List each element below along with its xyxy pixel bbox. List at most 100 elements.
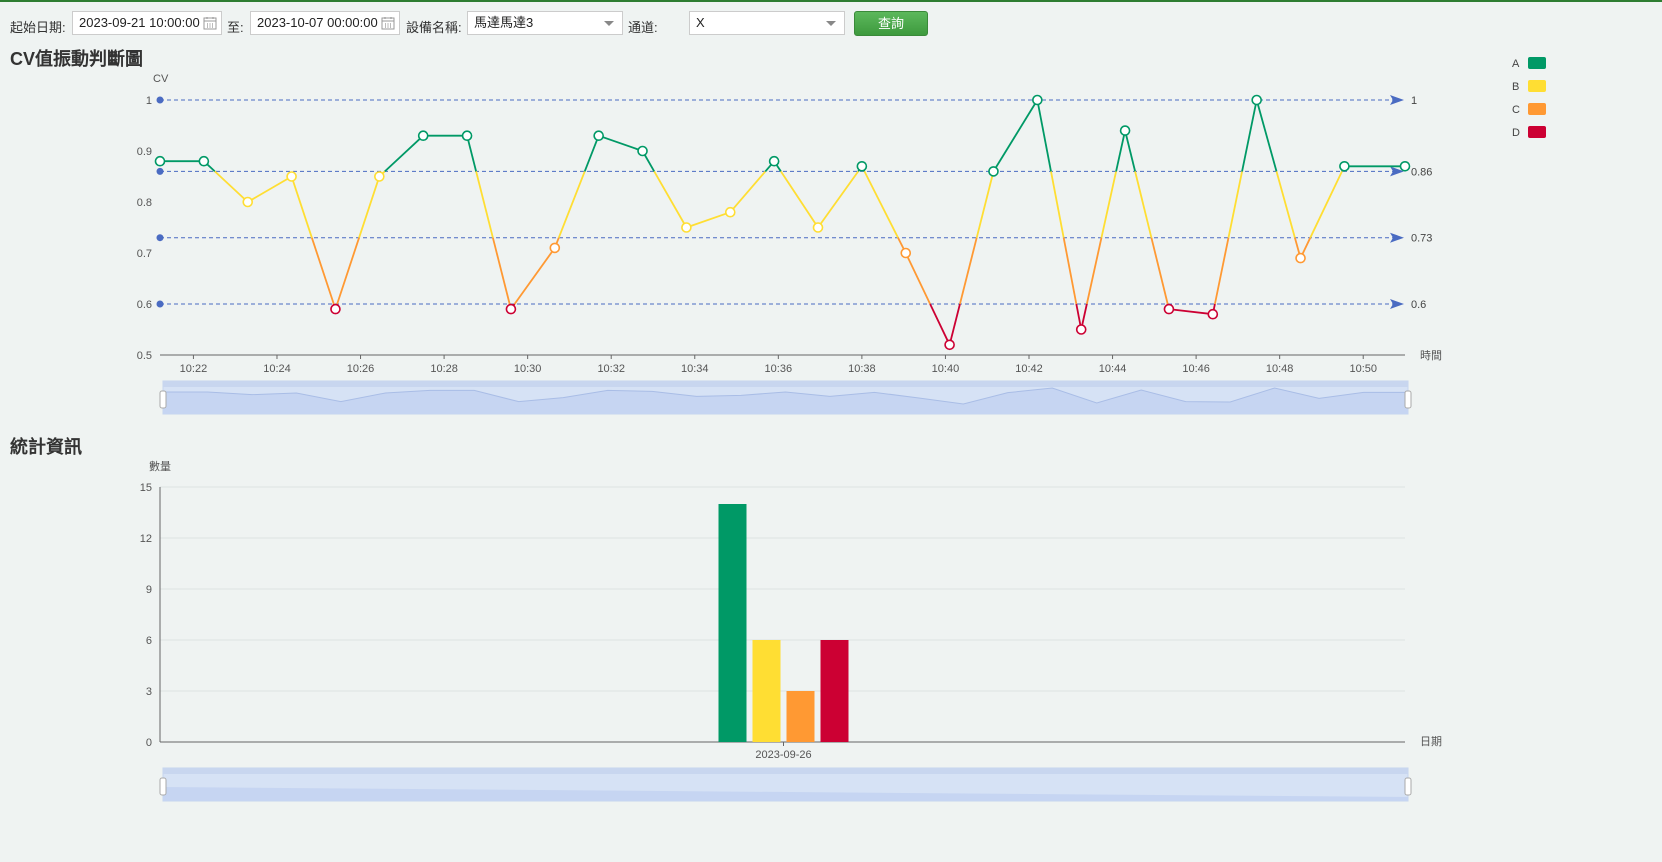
x-tick-label: 10:28 <box>430 363 458 375</box>
x-tick-label: 10:32 <box>597 363 625 375</box>
threshold-start-marker <box>156 300 164 308</box>
series-line-segment <box>1227 171 1243 238</box>
x-tick-label: 10:38 <box>848 363 876 375</box>
series-line-segment <box>904 252 931 305</box>
cv-line-chart: CV0.50.60.70.80.9110:22 10:24 10:26 10:28 10… <box>137 73 1442 375</box>
x-tick-label: 10:34 <box>681 363 709 375</box>
data-point <box>724 206 736 218</box>
data-point <box>154 155 166 167</box>
x-tick-label: 10:36 <box>765 363 793 375</box>
y-tick-label: 0.5 <box>137 350 152 362</box>
series-line-segment <box>959 237 978 305</box>
threshold-label: 0.6 <box>1411 299 1426 311</box>
y-tick-label: 0.8 <box>137 197 152 209</box>
series-line-segment <box>948 303 961 346</box>
y-axis-label: CV <box>153 73 169 85</box>
series-line-segment <box>1168 308 1213 316</box>
series-line-segment <box>863 170 899 239</box>
y-tick-label: 0.9 <box>137 146 152 158</box>
series-line-segment <box>214 170 249 203</box>
x-axis-label: 日期 <box>1420 735 1442 748</box>
line-chart-zoom-slider[interactable] <box>0 378 1500 418</box>
channel-label: 通道: <box>628 20 658 35</box>
legend-swatch-c <box>1528 103 1546 115</box>
legend-label-b: B <box>1512 81 1519 93</box>
x-tick-label: 10:50 <box>1349 363 1377 375</box>
threshold-start-marker <box>156 96 164 104</box>
y-tick-label: 0 <box>146 737 152 749</box>
series-line-segment <box>1255 99 1278 172</box>
data-point <box>1295 252 1306 264</box>
series-line-segment <box>929 303 951 346</box>
data-point <box>242 196 254 208</box>
x-tick-label: 10:46 <box>1182 363 1210 375</box>
series-line-segment <box>1050 171 1065 238</box>
stats-bar-chart: 數量 0 3 6 9 12 15 日期 2023-09-26 <box>140 460 1442 761</box>
series-line-segment <box>686 211 731 229</box>
data-point <box>549 242 561 254</box>
series-line-segment <box>1124 130 1136 172</box>
data-point <box>1032 94 1043 106</box>
series-line-segment <box>1134 171 1153 238</box>
legend-swatch-b <box>1528 80 1546 92</box>
zoom-right-handle[interactable] <box>1404 777 1412 796</box>
zoom-right-handle[interactable] <box>1404 390 1412 409</box>
data-point <box>1207 308 1219 320</box>
data-point <box>900 247 912 259</box>
y-tick-label: 1 <box>146 95 152 107</box>
series-line-segment <box>1100 171 1117 238</box>
chevron-down-icon <box>604 21 614 26</box>
series-line-segment <box>817 170 859 229</box>
threshold-start-marker <box>156 234 164 242</box>
data-point <box>1339 161 1350 172</box>
x-tick-label: 10:48 <box>1266 363 1294 375</box>
data-point <box>505 303 517 315</box>
series-line-segment <box>1036 99 1052 172</box>
data-point <box>198 155 210 167</box>
bar-d <box>820 640 849 742</box>
data-point <box>768 155 780 167</box>
legend-label-d: D <box>1512 127 1520 139</box>
series-line-segment <box>992 99 1039 172</box>
series-line-segment <box>384 135 424 173</box>
legend-swatch-a <box>1528 57 1546 69</box>
y-tick-label: 6 <box>146 635 152 647</box>
series-line-segment <box>1275 171 1296 238</box>
x-tick-label: 10:24 <box>263 363 291 375</box>
series-line-segment <box>475 171 494 238</box>
channel-select[interactable]: X <box>689 11 845 35</box>
zoom-left-handle[interactable] <box>159 390 167 409</box>
start-date-input[interactable]: 2023-09-21 10:00:00 <box>72 11 222 35</box>
data-point <box>944 339 955 351</box>
top-accent-line <box>0 0 1662 2</box>
to-label: 至: <box>227 20 244 35</box>
start-date-value: 2023-09-21 10:00:00 <box>79 15 200 30</box>
legend-swatch-d <box>1528 126 1546 138</box>
series-line-segment <box>1241 99 1258 172</box>
data-point <box>856 161 868 172</box>
series-line-segment <box>466 135 477 172</box>
zoom-handle-bar <box>163 768 1408 774</box>
series-line-segment <box>583 135 600 172</box>
x-tick-label: 10:30 <box>514 363 542 375</box>
chart-legend: ABCD <box>1512 57 1546 139</box>
zoom-left-handle[interactable] <box>159 777 167 796</box>
end-date-input[interactable]: 2023-10-07 00:00:00 <box>250 11 400 35</box>
calendar-icon[interactable] <box>203 16 217 30</box>
series-line-segment <box>780 170 819 228</box>
series-line-segment <box>336 237 360 305</box>
channel-value: X <box>696 15 705 30</box>
data-point <box>417 130 429 141</box>
bar-chart-zoom-slider[interactable] <box>0 765 1500 805</box>
data-point <box>637 145 648 157</box>
device-select[interactable]: 馬達馬達3 <box>467 11 623 35</box>
device-label: 設備名稱: <box>406 20 462 35</box>
calendar-icon[interactable] <box>381 16 395 30</box>
query-button[interactable]: 查詢 <box>854 11 928 36</box>
legend-label-a: A <box>1512 58 1520 70</box>
series-line-segment <box>290 176 313 238</box>
y-tick-label: 15 <box>140 482 152 494</box>
series-line-segment <box>653 170 688 228</box>
data-point <box>1119 125 1131 136</box>
x-tick-label: 10:44 <box>1099 363 1127 375</box>
